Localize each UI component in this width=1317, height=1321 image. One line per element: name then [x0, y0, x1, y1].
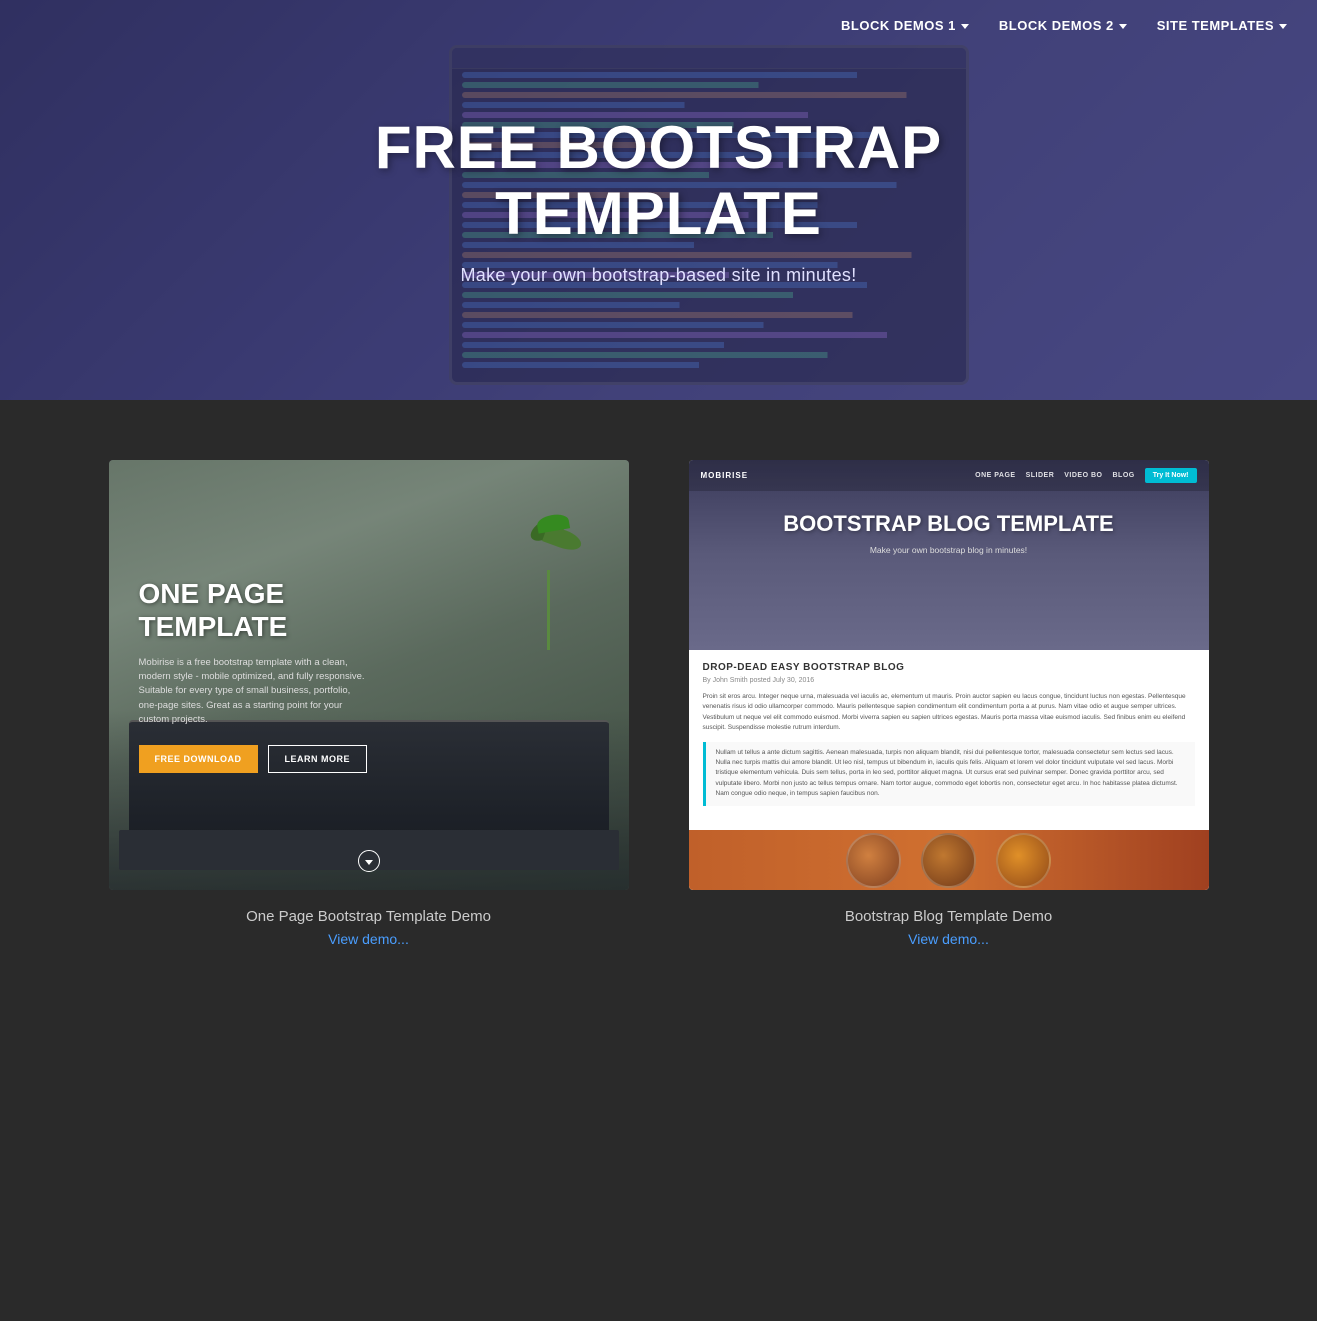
blog-post-title: DROP-DEAD EASY BOOTSTRAP BLOG — [703, 662, 1195, 673]
free-download-button[interactable]: FREE DOWNLOAD — [139, 745, 258, 773]
scroll-down-arrow[interactable] — [358, 850, 380, 872]
blog-food-strip — [689, 830, 1209, 890]
navigation: BLOCK DEMOS 1 BLOCK DEMOS 2 SITE TEMPLAT… — [811, 0, 1317, 51]
template-preview-one-page[interactable]: ONE PAGE TEMPLATE Mobirise is a free boo… — [109, 460, 629, 890]
blog-nav-slider: SLIDER — [1026, 472, 1055, 479]
blog-quote-text: Nullam ut tellus a ante dictum sagittis.… — [716, 748, 1185, 800]
blog-preview-subtitle: Make your own bootstrap blog in minutes! — [870, 545, 1027, 555]
hero-subtitle: Make your own bootstrap-based site in mi… — [461, 265, 857, 286]
chevron-down-icon — [961, 24, 969, 29]
food-image-3 — [996, 833, 1051, 888]
blog-try-button[interactable]: Try It Now! — [1145, 468, 1197, 483]
hero-content: FREE BOOTSTRAP TEMPLATE Make your own bo… — [0, 0, 1317, 400]
blog-nav-items: ONE PAGE SLIDER VIDEO BO BLOG Try It Now… — [975, 468, 1196, 483]
blog-nav-video: VIDEO BO — [1064, 472, 1102, 479]
card-info-blog: Bootstrap Blog Template Demo View demo..… — [845, 908, 1052, 947]
nav-block-demos-2[interactable]: BLOCK DEMOS 2 — [999, 18, 1127, 33]
main-content: ONE PAGE TEMPLATE Mobirise is a free boo… — [0, 400, 1317, 1027]
chevron-down-icon — [1119, 24, 1127, 29]
one-page-cta-buttons: FREE DOWNLOAD LEARN MORE — [139, 745, 599, 773]
blog-nav-blog: BLOG — [1112, 472, 1134, 479]
template-card-blog: MOBIRISE ONE PAGE SLIDER VIDEO BO BLOG T… — [689, 460, 1209, 947]
nav-block-demos-1[interactable]: BLOCK DEMOS 1 — [841, 18, 969, 33]
template-preview-blog[interactable]: MOBIRISE ONE PAGE SLIDER VIDEO BO BLOG T… — [689, 460, 1209, 890]
one-page-preview-desc: Mobirise is a free bootstrap template wi… — [139, 656, 369, 727]
card-title-one-page: One Page Bootstrap Template Demo — [246, 908, 491, 925]
template-card-one-page: ONE PAGE TEMPLATE Mobirise is a free boo… — [109, 460, 629, 947]
blog-brand-label: MOBIRISE — [701, 471, 749, 480]
blog-hero-content: BOOTSTRAP BLOG TEMPLATE Make your own bo… — [689, 491, 1209, 555]
chevron-down-icon — [1279, 24, 1287, 29]
card-info-one-page: One Page Bootstrap Template Demo View de… — [246, 908, 491, 947]
blog-preview-header: MOBIRISE ONE PAGE SLIDER VIDEO BO BLOG T… — [689, 460, 1209, 650]
learn-more-button[interactable]: LEARN MORE — [268, 745, 368, 773]
blog-post-byline: By John Smith posted July 30, 2016 — [703, 677, 1195, 684]
templates-grid: ONE PAGE TEMPLATE Mobirise is a free boo… — [109, 460, 1209, 947]
food-image-1 — [846, 833, 901, 888]
one-page-hero-content: ONE PAGE TEMPLATE Mobirise is a free boo… — [109, 460, 629, 890]
food-circles — [689, 830, 1209, 890]
blog-nav-one-page: ONE PAGE — [975, 472, 1015, 479]
blog-blockquote: Nullam ut tellus a ante dictum sagittis.… — [703, 742, 1195, 806]
card-link-blog[interactable]: View demo... — [845, 931, 1052, 947]
blog-post-text: Proin sit eros arcu. Integer neque urna,… — [703, 692, 1195, 734]
hero-section: FREE BOOTSTRAP TEMPLATE Make your own bo… — [0, 0, 1317, 400]
blog-top-nav: MOBIRISE ONE PAGE SLIDER VIDEO BO BLOG T… — [689, 460, 1209, 491]
blog-preview-title: BOOTSTRAP BLOG TEMPLATE — [783, 511, 1113, 537]
nav-site-templates[interactable]: SITE TEMPLATES — [1157, 18, 1287, 33]
one-page-preview-title: ONE PAGE TEMPLATE — [139, 577, 359, 644]
card-title-blog: Bootstrap Blog Template Demo — [845, 908, 1052, 925]
food-image-2 — [921, 833, 976, 888]
card-link-one-page[interactable]: View demo... — [246, 931, 491, 947]
hero-title: FREE BOOTSTRAP TEMPLATE — [309, 115, 1009, 247]
